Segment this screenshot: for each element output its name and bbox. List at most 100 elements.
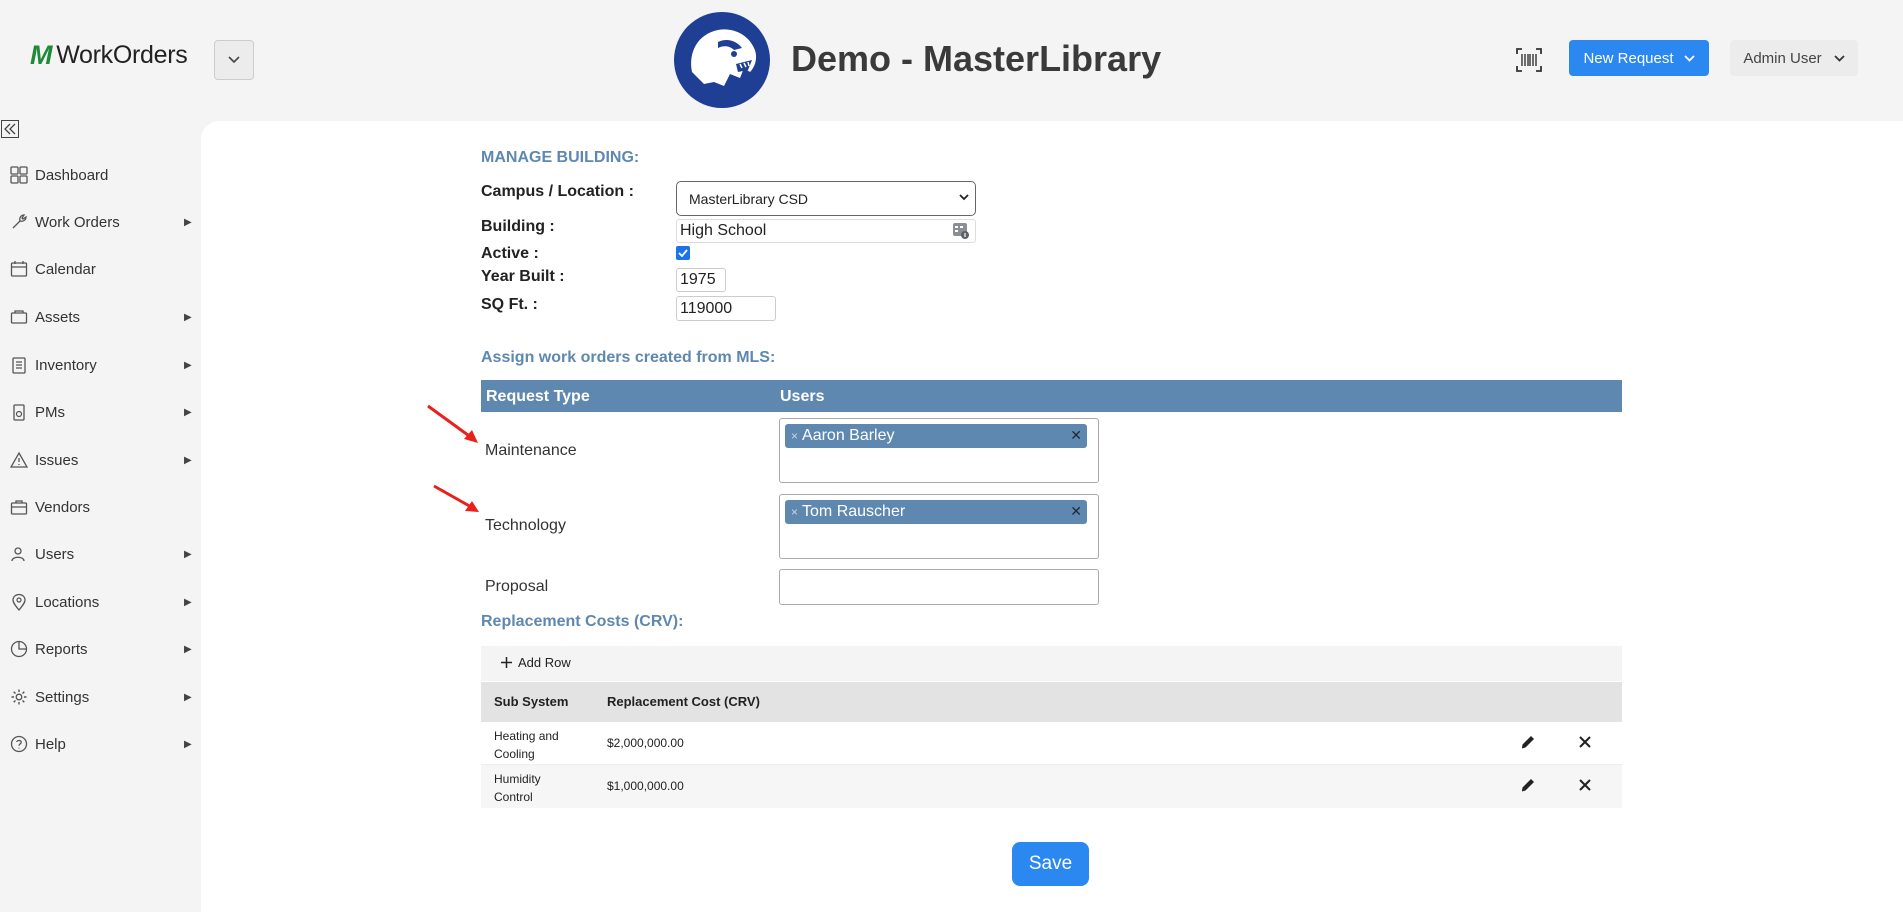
collapse-sidebar-button[interactable]	[1, 120, 19, 138]
sqft-value: 119000	[680, 299, 733, 317]
caret-right-icon: ▶	[184, 454, 192, 466]
sidebar-item-calendar[interactable]: Calendar	[0, 254, 200, 284]
warning-icon	[9, 450, 29, 470]
sidebar-item-label: Locations	[35, 593, 100, 611]
building-input-value: High School	[680, 222, 767, 239]
barcode-scan-icon	[1516, 48, 1542, 72]
sidebar-item-assets[interactable]: Assets ▶	[0, 302, 200, 332]
sidebar-item-settings[interactable]: Settings ▶	[0, 682, 200, 712]
annotation-arrow-icon	[433, 484, 479, 512]
save-button[interactable]: Save	[1012, 842, 1089, 886]
user-menu-label: Admin User	[1743, 49, 1822, 67]
sidebar-item-label: Help	[35, 735, 66, 753]
col-replacement-cost: Replacement Cost (CRV)	[607, 694, 760, 709]
inventory-icon	[9, 355, 29, 375]
year-built-value: 1975	[680, 271, 716, 288]
sidebar-item-label: Work Orders	[35, 213, 120, 231]
sidebar-item-label: Dashboard	[35, 166, 109, 184]
building-input[interactable]: High School	[676, 219, 976, 243]
col-users: Users	[780, 388, 825, 405]
sidebar-item-locations[interactable]: Locations ▶	[0, 587, 200, 617]
campus-select[interactable]: MasterLibrary CSD	[676, 181, 976, 216]
sqft-input[interactable]: 119000	[676, 296, 776, 321]
request-type-label: Maintenance	[485, 442, 577, 459]
col-sub-system: Sub System	[494, 694, 569, 709]
user-menu-button[interactable]: Admin User	[1730, 40, 1858, 76]
request-type-label: Technology	[485, 517, 566, 534]
help-icon	[9, 734, 29, 754]
school-mascot-logo	[674, 12, 770, 108]
caret-right-icon: ▶	[184, 596, 192, 608]
sidebar-item-issues[interactable]: Issues ▶	[0, 445, 200, 475]
chevron-down-icon	[959, 194, 969, 201]
new-request-button[interactable]: New Request	[1569, 40, 1709, 76]
sidebar-item-label: PMs	[35, 403, 65, 421]
assets-icon	[9, 307, 29, 327]
clear-icon[interactable]: ✕	[1070, 427, 1082, 444]
pencil-icon[interactable]	[1519, 733, 1537, 751]
add-row-button[interactable]: Add Row	[501, 655, 571, 670]
user-tag-label: Tom Rauscher	[802, 503, 906, 520]
building-label: Building :	[481, 218, 555, 235]
users-multiselect[interactable]	[779, 569, 1099, 605]
work-orders-icon	[9, 212, 29, 232]
clear-icon[interactable]: ✕	[1070, 503, 1082, 520]
crv-table-header: Sub System Replacement Cost (CRV)	[481, 682, 1622, 722]
caret-right-icon: ▶	[184, 359, 192, 371]
cost-cell: $2,000,000.00	[607, 736, 684, 750]
sidebar-item-users[interactable]: Users ▶	[0, 539, 200, 569]
app-switcher-dropdown-button[interactable]	[214, 40, 254, 80]
sqft-label: SQ Ft. :	[481, 296, 538, 313]
briefcase-icon	[9, 497, 29, 517]
active-label: Active :	[481, 245, 539, 262]
sidebar-item-pms[interactable]: PMs ▶	[0, 397, 200, 427]
remove-tag-icon[interactable]: ×	[791, 505, 798, 519]
sidebar-item-vendors[interactable]: Vendors	[0, 492, 200, 522]
crv-toolbar: Add Row	[481, 646, 1622, 681]
new-request-label: New Request	[1583, 49, 1674, 67]
sub-system-cell: Heating and Cooling	[494, 729, 559, 761]
users-multiselect[interactable]: × Aaron Barley ✕	[779, 418, 1099, 483]
workorders-logo[interactable]: M WorkOrders	[30, 40, 188, 71]
app-header: M WorkOrders Demo - MasterLibrary New Re…	[0, 0, 1903, 120]
sub-system-cell: Humidity Control	[494, 772, 541, 804]
sidebar-item-work-orders[interactable]: Work Orders ▶	[0, 207, 200, 237]
col-request-type: Request Type	[486, 388, 590, 405]
chevron-down-icon	[1834, 54, 1845, 62]
sidebar-item-inventory[interactable]: Inventory ▶	[0, 350, 200, 380]
pencil-icon[interactable]	[1519, 776, 1537, 794]
sidebar-item-label: Settings	[35, 688, 90, 706]
plus-icon	[501, 657, 512, 668]
table-row: Humidity Control $1,000,000.00	[481, 765, 1622, 808]
campus-label: Campus / Location :	[481, 183, 634, 200]
users-multiselect[interactable]: × Tom Rauscher ✕	[779, 494, 1099, 559]
remove-tag-icon[interactable]: ×	[791, 429, 798, 443]
close-icon[interactable]	[1576, 776, 1594, 794]
save-label: Save	[1028, 853, 1073, 874]
sidebar-item-label: Vendors	[35, 498, 91, 516]
barcode-scan-button[interactable]	[1515, 47, 1543, 73]
chevron-down-icon	[1683, 54, 1695, 62]
caret-right-icon: ▶	[184, 548, 192, 560]
sidebar-item-label: Assets	[35, 308, 81, 326]
crv-heading: Replacement Costs (CRV):	[481, 613, 684, 630]
logo-text: WorkOrders	[56, 41, 188, 69]
sidebar-item-dashboard[interactable]: Dashboard	[0, 160, 200, 190]
dashboard-icon	[9, 165, 29, 185]
sidebar-item-help[interactable]: Help ▶	[0, 729, 200, 759]
campus-select-value: MasterLibrary CSD	[689, 190, 809, 207]
request-type-label: Proposal	[485, 578, 549, 595]
active-checkbox[interactable]	[676, 246, 690, 260]
logo-mark: M	[30, 40, 53, 70]
page-title: Demo - MasterLibrary	[791, 38, 1162, 79]
caret-right-icon: ▶	[184, 643, 192, 655]
user-tag: × Tom Rauscher ✕	[785, 500, 1087, 524]
sidebar-item-reports[interactable]: Reports ▶	[0, 634, 200, 664]
building-lookup-icon[interactable]	[952, 222, 970, 240]
cost-cell: $1,000,000.00	[607, 779, 684, 793]
year-built-input[interactable]: 1975	[676, 268, 726, 292]
gear-icon	[9, 687, 29, 707]
caret-right-icon: ▶	[184, 406, 192, 418]
close-icon[interactable]	[1576, 733, 1594, 751]
assign-heading: Assign work orders created from MLS:	[481, 349, 776, 366]
